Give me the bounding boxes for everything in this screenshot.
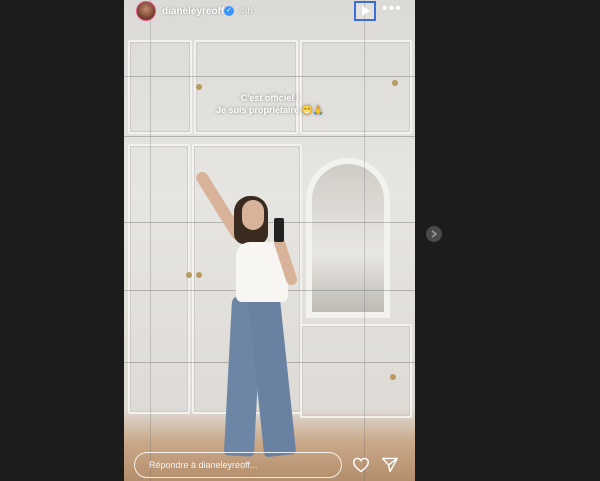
cabinet-panel <box>194 40 298 134</box>
cabinet-knob <box>390 374 396 380</box>
heart-icon[interactable] <box>352 457 370 473</box>
send-icon[interactable] <box>381 457 399 473</box>
person-face <box>242 200 264 230</box>
grid-line <box>124 136 415 137</box>
phone-in-hand <box>274 218 284 242</box>
grid-line <box>124 76 415 77</box>
arched-mirror <box>306 158 390 318</box>
story-username[interactable]: dianeleyreoff <box>162 6 224 17</box>
caption-line: Je suis propriétaire 😁🙏 <box>216 105 324 115</box>
story-caption: C'est officiel ! Je suis propriétaire 😁🙏 <box>150 92 390 116</box>
cabinet-knob <box>392 80 398 86</box>
grid-line <box>150 0 151 481</box>
next-story-button[interactable] <box>426 226 442 242</box>
verified-badge-icon: ✓ <box>224 6 234 16</box>
play-icon <box>361 6 370 16</box>
cabinet-panel <box>300 40 412 134</box>
more-options-button[interactable]: ••• <box>382 1 402 17</box>
cabinet-panel <box>128 144 190 414</box>
cabinet-knob <box>196 272 202 278</box>
cabinet-panel <box>128 40 192 134</box>
caption-line: C'est officiel ! <box>240 93 300 103</box>
story-timestamp: 4 h <box>239 6 253 17</box>
grid-line <box>124 222 415 223</box>
cabinet-knob <box>186 272 192 278</box>
cabinet-knob <box>196 84 202 90</box>
cabinet-panel <box>300 324 412 418</box>
avatar[interactable] <box>136 1 156 21</box>
chevron-right-icon <box>431 230 437 238</box>
play-button[interactable] <box>354 1 376 21</box>
story-media[interactable] <box>124 0 415 481</box>
reply-input[interactable]: Répondre à dianeleyreoff... <box>134 452 342 478</box>
grid-line <box>364 0 365 481</box>
